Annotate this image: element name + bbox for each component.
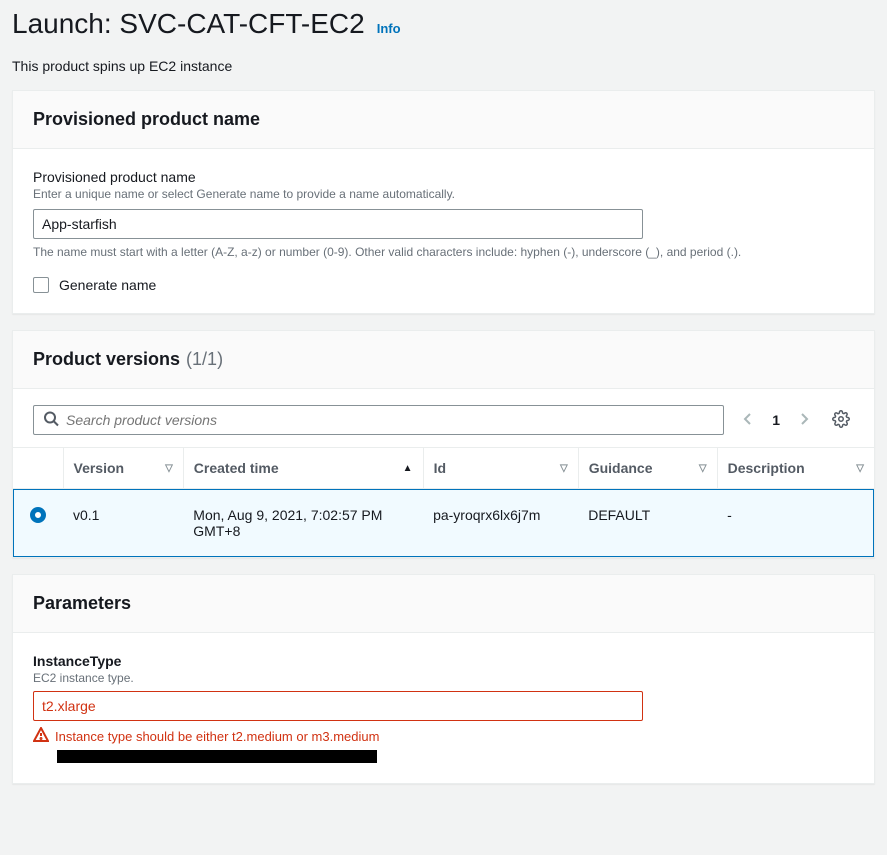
instance-type-error: Instance type should be either t2.medium…	[55, 729, 379, 744]
versions-panel-header: Product versions (1/1)	[13, 331, 874, 389]
parameters-panel: Parameters InstanceType EC2 instance typ…	[12, 574, 875, 784]
provisioned-name-input[interactable]	[33, 209, 643, 239]
cell-guidance: DEFAULT	[578, 489, 717, 558]
provisioned-panel-title: Provisioned product name	[13, 91, 874, 149]
versions-count: (1/1)	[186, 349, 223, 370]
provisioned-name-label: Provisioned product name	[33, 169, 854, 185]
parameters-panel-title: Parameters	[13, 575, 874, 633]
col-description[interactable]: Description▽	[717, 448, 874, 489]
sort-caret-icon: ▽	[560, 463, 568, 474]
row-radio[interactable]	[30, 507, 46, 523]
product-description: This product spins up EC2 instance	[12, 58, 875, 74]
versions-table: Version▽ Created time▲ Id▽ Guidance▽ Des…	[13, 447, 874, 557]
instance-type-hint: EC2 instance type.	[33, 671, 854, 685]
product-versions-panel: Product versions (1/1) 1	[12, 330, 875, 558]
col-id[interactable]: Id▽	[423, 448, 578, 489]
instance-type-input[interactable]	[33, 691, 643, 721]
versions-search-input[interactable]	[33, 405, 724, 435]
table-row[interactable]: v0.1 Mon, Aug 9, 2021, 7:02:57 PM GMT+8 …	[13, 489, 874, 558]
col-version[interactable]: Version▽	[63, 448, 183, 489]
sort-caret-icon: ▽	[165, 463, 173, 474]
col-created[interactable]: Created time▲	[183, 448, 423, 489]
generate-name-checkbox[interactable]	[33, 277, 49, 293]
pager: 1	[740, 411, 812, 430]
gear-icon	[832, 410, 850, 428]
redacted-content	[57, 750, 377, 763]
generate-name-label: Generate name	[59, 277, 156, 293]
cell-description: -	[717, 489, 874, 558]
sort-caret-up-icon: ▲	[403, 463, 413, 474]
sort-caret-icon: ▽	[856, 463, 864, 474]
pager-page-number: 1	[772, 412, 780, 428]
pager-next-icon[interactable]	[796, 411, 812, 430]
settings-button[interactable]	[828, 406, 854, 435]
provisioned-product-panel: Provisioned product name Provisioned pro…	[12, 90, 875, 314]
page-title: Launch: SVC-CAT-CFT-EC2	[12, 8, 365, 40]
info-link[interactable]: Info	[377, 21, 401, 36]
versions-panel-title: Product versions	[33, 349, 180, 370]
warning-icon	[33, 727, 49, 746]
cell-created: Mon, Aug 9, 2021, 7:02:57 PM GMT+8	[183, 489, 423, 558]
instance-type-label: InstanceType	[33, 653, 854, 669]
provisioned-name-note: The name must start with a letter (A-Z, …	[33, 245, 854, 259]
col-guidance[interactable]: Guidance▽	[578, 448, 717, 489]
cell-id: pa-yroqrx6lx6j7m	[423, 489, 578, 558]
provisioned-name-hint: Enter a unique name or select Generate n…	[33, 187, 854, 201]
cell-version: v0.1	[63, 489, 183, 558]
sort-caret-icon: ▽	[699, 463, 707, 474]
pager-prev-icon[interactable]	[740, 411, 756, 430]
search-icon	[43, 411, 59, 430]
